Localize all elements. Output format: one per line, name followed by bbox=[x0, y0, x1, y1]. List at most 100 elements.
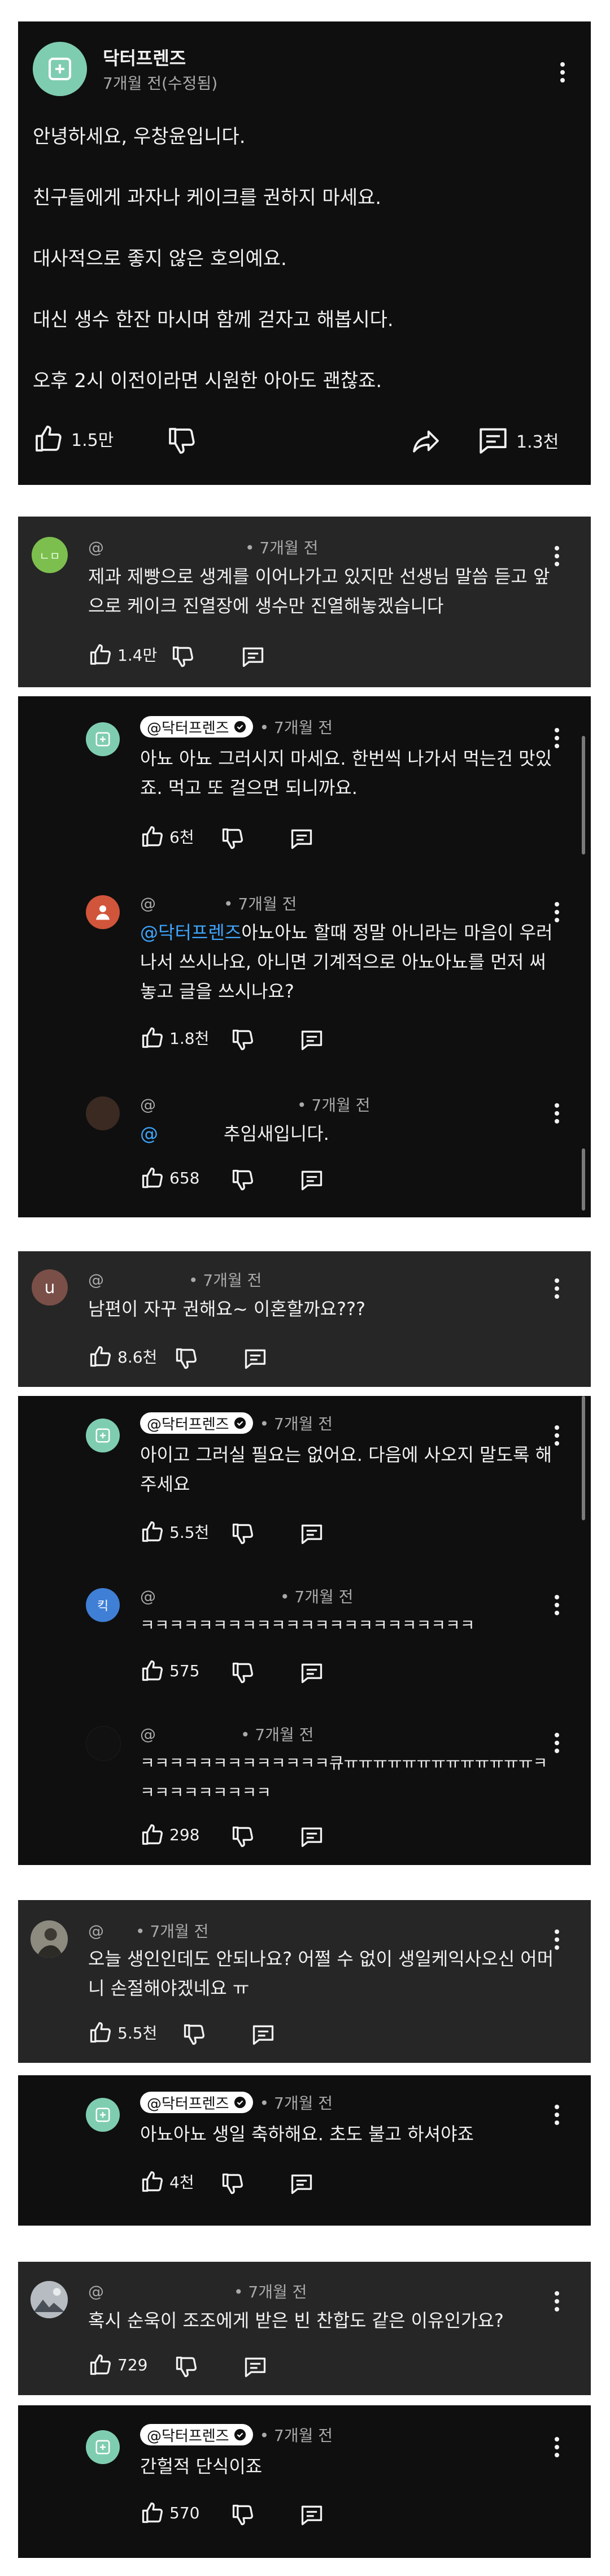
avatar[interactable] bbox=[30, 1920, 68, 1958]
dislike-button[interactable] bbox=[230, 1027, 255, 1052]
scrollbar[interactable] bbox=[582, 1148, 585, 1211]
comment-author[interactable]: @ bbox=[140, 1095, 156, 1114]
mention-link[interactable]: @닥터프렌즈 bbox=[140, 922, 241, 943]
replies-panel: @닥터프렌즈 • 7개월 전 아뇨아뇨 생일 축하해요. 초도 불고 하셔야죠 … bbox=[18, 2075, 591, 2226]
like-count: 4천 bbox=[169, 2173, 194, 2192]
avatar[interactable] bbox=[86, 895, 120, 929]
like-button[interactable]: 1.8천 bbox=[140, 1025, 209, 1050]
comment-time: • 7개월 전 bbox=[259, 2094, 333, 2113]
comment-author[interactable]: @ bbox=[88, 538, 104, 557]
channel-owner-badge[interactable]: @닥터프렌즈 bbox=[140, 2424, 253, 2445]
thumbs-up-icon bbox=[142, 2171, 163, 2192]
profile-photo-icon bbox=[30, 2281, 68, 2318]
like-button[interactable]: 658 bbox=[140, 1165, 199, 1190]
comment-text: 제과 제빵으로 생계를 이어나가고 있지만 선생님 말씀 듣고 앞으로 케이크 … bbox=[88, 566, 550, 617]
more-vert-icon[interactable] bbox=[560, 62, 565, 83]
channel-owner-badge[interactable]: @닥터프렌즈 bbox=[140, 716, 253, 738]
like-button[interactable]: 6천 bbox=[140, 824, 194, 849]
thumbs-up-icon bbox=[142, 1660, 163, 1681]
dislike-button[interactable] bbox=[166, 425, 198, 457]
thumbs-up-icon bbox=[90, 2354, 111, 2375]
comment-meta: @닥터프렌즈 • 7개월 전 bbox=[140, 1412, 333, 1434]
avatar[interactable] bbox=[86, 1726, 121, 1761]
comment-author[interactable]: @ bbox=[140, 894, 156, 913]
dislike-button[interactable] bbox=[220, 2171, 245, 2196]
scrollbar[interactable] bbox=[582, 1396, 585, 1520]
reply-button[interactable] bbox=[299, 1824, 324, 1849]
like-count: 575 bbox=[169, 1661, 200, 1680]
like-button[interactable]: 8.6천 bbox=[88, 1344, 157, 1369]
reply-button[interactable] bbox=[289, 826, 314, 851]
like-button[interactable]: 1.5만 bbox=[33, 423, 114, 454]
comment-icon bbox=[301, 1030, 323, 1051]
reply-button[interactable] bbox=[243, 1346, 268, 1371]
comment-author[interactable]: @ bbox=[88, 2282, 104, 2301]
replies-panel: @닥터프렌즈 • 7개월 전 아뇨 아뇨 그러시지 마세요. 한번씩 나가서 먹… bbox=[18, 696, 591, 1217]
like-button[interactable]: 1.4만 bbox=[88, 642, 157, 667]
comment-card: ㄴㅁ @ • 7개월 전 제과 제빵으로 생계를 이어나가고 있지만 선생님 말… bbox=[18, 517, 591, 687]
like-button[interactable]: 729 bbox=[88, 2352, 147, 2377]
mention-link[interactable]: @ bbox=[140, 1123, 158, 1144]
comment-author[interactable]: @ bbox=[140, 1725, 156, 1744]
reply-button[interactable] bbox=[241, 644, 265, 669]
comment-icon bbox=[252, 2025, 274, 2045]
reply-button[interactable] bbox=[251, 2022, 276, 2047]
avatar[interactable]: ㄴㅁ bbox=[32, 537, 68, 573]
channel-avatar[interactable] bbox=[86, 2098, 120, 2132]
reply-button[interactable] bbox=[299, 1660, 324, 1685]
dislike-button[interactable] bbox=[230, 2503, 255, 2527]
dislike-button[interactable] bbox=[230, 1168, 255, 1192]
thumbs-down-icon bbox=[222, 2173, 243, 2195]
post-line: 친구들에게 과자나 케이크를 권하지 마세요. bbox=[33, 187, 382, 209]
dislike-button[interactable] bbox=[174, 1346, 199, 1371]
reply-button[interactable] bbox=[243, 2354, 268, 2379]
thumbs-up-icon bbox=[142, 2502, 163, 2523]
reply-button[interactable] bbox=[299, 1168, 324, 1192]
verified-check-icon bbox=[234, 721, 246, 733]
channel-owner-badge[interactable]: @닥터프렌즈 bbox=[140, 2092, 253, 2113]
comment-author[interactable]: @ bbox=[88, 1922, 104, 1940]
comment-time: • 7개월 전 bbox=[297, 1096, 371, 1114]
dislike-button[interactable] bbox=[230, 1824, 255, 1849]
like-button[interactable]: 5.5천 bbox=[140, 1519, 209, 1544]
dislike-button[interactable] bbox=[230, 1660, 255, 1685]
channel-avatar[interactable] bbox=[86, 1419, 120, 1452]
like-button[interactable]: 575 bbox=[140, 1658, 199, 1683]
comment-author[interactable]: @ bbox=[140, 1587, 156, 1606]
dislike-button[interactable] bbox=[171, 644, 195, 669]
comment-meta: @ • 7개월 전 bbox=[140, 1585, 353, 1607]
dislike-button[interactable] bbox=[230, 1521, 255, 1546]
dislike-button[interactable] bbox=[174, 2354, 199, 2379]
avatar[interactable] bbox=[86, 1096, 120, 1130]
comment-icon bbox=[242, 647, 264, 667]
dislike-button[interactable] bbox=[220, 826, 245, 851]
scrollbar[interactable] bbox=[582, 736, 585, 855]
like-button[interactable]: 570 bbox=[140, 2500, 199, 2525]
reply-button[interactable] bbox=[299, 2503, 324, 2527]
thumbs-up-icon bbox=[90, 2022, 111, 2043]
comments-button[interactable]: 1.3천 bbox=[477, 424, 559, 457]
like-button[interactable]: 5.5천 bbox=[88, 2020, 157, 2045]
comment-author[interactable]: @ bbox=[88, 1270, 104, 1289]
reply-button[interactable] bbox=[289, 2171, 314, 2196]
like-button[interactable]: 4천 bbox=[140, 2169, 194, 2194]
like-count: 570 bbox=[169, 2503, 200, 2522]
channel-name[interactable]: 닥터프렌즈 bbox=[103, 44, 186, 70]
avatar[interactable]: u bbox=[32, 1269, 68, 1306]
comment-icon bbox=[301, 1524, 323, 1545]
avatar[interactable] bbox=[30, 2281, 68, 2318]
channel-avatar[interactable] bbox=[86, 722, 120, 756]
dislike-button[interactable] bbox=[182, 2022, 207, 2047]
channel-avatar[interactable] bbox=[86, 2430, 120, 2464]
channel-owner-badge[interactable]: @닥터프렌즈 bbox=[140, 1412, 253, 1434]
reply-button[interactable] bbox=[299, 1521, 324, 1546]
avatar[interactable]: 킥 bbox=[86, 1588, 120, 1622]
share-button[interactable] bbox=[409, 425, 443, 457]
channel-avatar[interactable] bbox=[33, 42, 87, 96]
comment-text: 오늘 생인인데도 안되나요? 어쩔 수 없이 생일케익사오신 어머니 손절해야겠… bbox=[88, 1948, 554, 1999]
thumbs-down-icon bbox=[232, 1826, 254, 1848]
post-meta: 7개월 전(수정됨) bbox=[103, 74, 218, 93]
like-button[interactable]: 298 bbox=[140, 1822, 199, 1847]
comment-meta: @ • 7개월 전 bbox=[88, 2280, 307, 2302]
reply-button[interactable] bbox=[299, 1027, 324, 1052]
